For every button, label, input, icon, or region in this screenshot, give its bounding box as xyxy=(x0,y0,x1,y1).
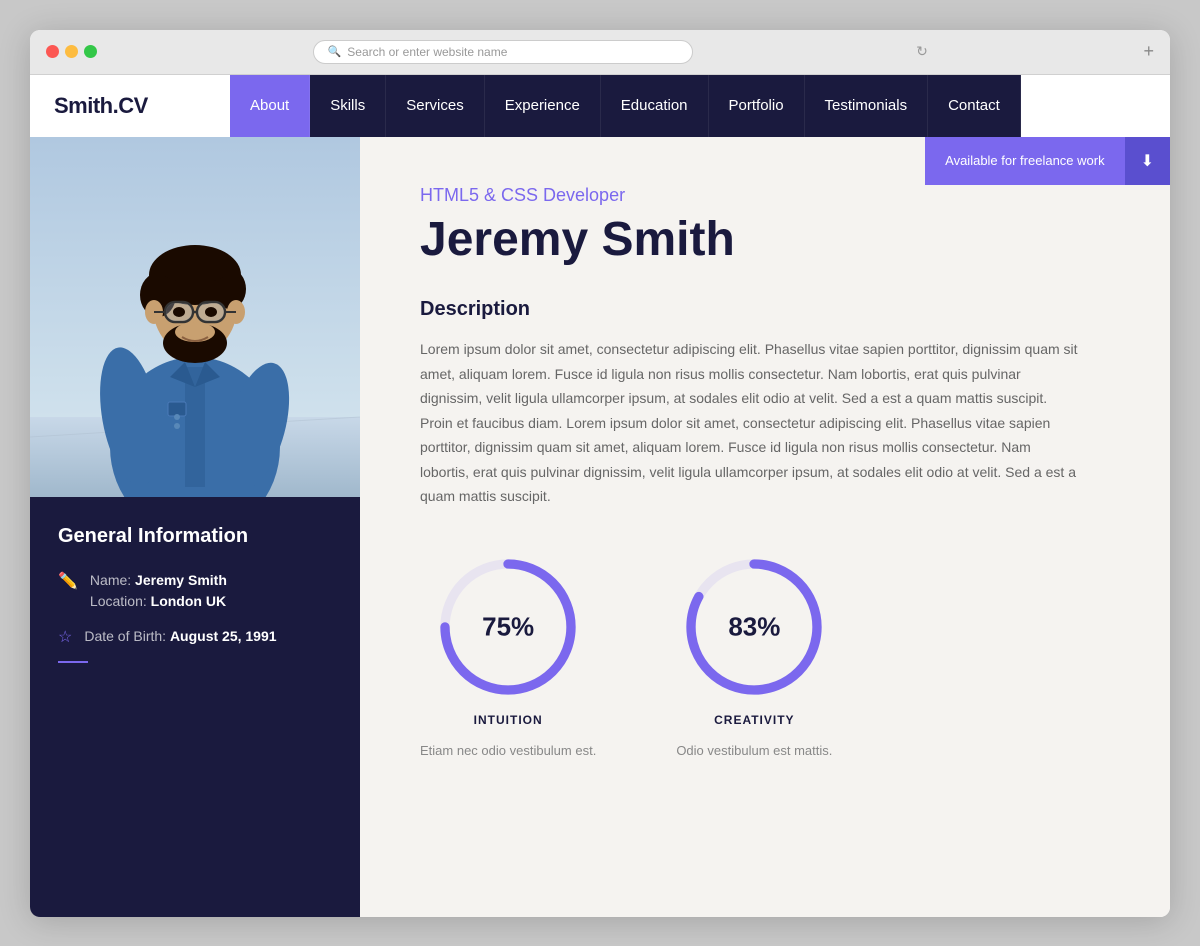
sidebar-info-title: General Information xyxy=(58,525,332,548)
profile-photo xyxy=(30,137,360,497)
sidebar-divider xyxy=(58,661,88,663)
nav-skills[interactable]: Skills xyxy=(310,75,386,137)
nav-testimonials[interactable]: Testimonials xyxy=(805,75,929,137)
info-name-text: Name: Jeremy Smith Location: London UK xyxy=(90,570,227,612)
profile-illustration xyxy=(30,137,360,497)
intuition-label: INTUITION xyxy=(474,713,543,727)
nav-education[interactable]: Education xyxy=(601,75,709,137)
circle-intuition: 75% xyxy=(438,557,578,697)
content-area: Available for freelance work ⬇ HTML5 & C… xyxy=(360,137,1170,917)
progress-creativity: 83% CREATIVITY Odio vestibulum est matti… xyxy=(676,557,832,758)
search-icon: 🔍 xyxy=(328,45,342,58)
freelance-badge[interactable]: Available for freelance work ⬇ xyxy=(925,137,1170,185)
person-name: Jeremy Smith xyxy=(420,214,1110,267)
sidebar-info: General Information ✏️ Name: Jeremy Smit… xyxy=(30,497,360,917)
nav-experience[interactable]: Experience xyxy=(485,75,601,137)
website: Smith.CV About Skills Services Experienc… xyxy=(30,75,1170,917)
creativity-sublabel: Odio vestibulum est mattis. xyxy=(676,743,832,758)
progress-section: 75% INTUITION Etiam nec odio vestibulum … xyxy=(420,557,1110,758)
close-dot[interactable] xyxy=(46,45,59,58)
edit-icon: ✏️ xyxy=(58,571,78,591)
circle-intuition-value: 75% xyxy=(482,611,534,642)
description-text: Lorem ipsum dolor sit amet, consectetur … xyxy=(420,337,1080,509)
star-icon: ☆ xyxy=(58,627,72,647)
download-icon[interactable]: ⬇ xyxy=(1125,137,1170,185)
browser-bar: 🔍 Search or enter website name ↻ + xyxy=(30,30,1170,75)
freelance-text: Available for freelance work xyxy=(925,137,1124,185)
address-text: Search or enter website name xyxy=(347,45,507,59)
site-main: General Information ✏️ Name: Jeremy Smit… xyxy=(30,137,1170,917)
browser-window: 🔍 Search or enter website name ↻ + Smith… xyxy=(30,30,1170,917)
description-title: Description xyxy=(420,298,1110,321)
site-logo: Smith.CV xyxy=(30,75,230,137)
minimize-dot[interactable] xyxy=(65,45,78,58)
maximize-dot[interactable] xyxy=(84,45,97,58)
nav-about[interactable]: About xyxy=(230,75,310,137)
creativity-label: CREATIVITY xyxy=(714,713,794,727)
browser-address-bar[interactable]: 🔍 Search or enter website name xyxy=(313,40,693,64)
site-header: Smith.CV About Skills Services Experienc… xyxy=(30,75,1170,137)
info-dob-text: Date of Birth: August 25, 1991 xyxy=(84,626,276,647)
circle-creativity: 83% xyxy=(684,557,824,697)
progress-intuition: 75% INTUITION Etiam nec odio vestibulum … xyxy=(420,557,596,758)
site-nav: About Skills Services Experience Educati… xyxy=(230,75,1021,137)
sidebar: General Information ✏️ Name: Jeremy Smit… xyxy=(30,137,360,917)
new-tab-button[interactable]: + xyxy=(1143,41,1154,62)
person-subtitle: HTML5 & CSS Developer xyxy=(420,185,1110,206)
refresh-icon[interactable]: ↻ xyxy=(916,43,928,60)
info-name-item: ✏️ Name: Jeremy Smith Location: London U… xyxy=(58,570,332,612)
nav-services[interactable]: Services xyxy=(386,75,485,137)
intuition-sublabel: Etiam nec odio vestibulum est. xyxy=(420,743,596,758)
nav-contact[interactable]: Contact xyxy=(928,75,1021,137)
content-inner: HTML5 & CSS Developer Jeremy Smith Descr… xyxy=(360,137,1170,798)
info-dob-item: ☆ Date of Birth: August 25, 1991 xyxy=(58,626,332,647)
nav-portfolio[interactable]: Portfolio xyxy=(709,75,805,137)
circle-creativity-value: 83% xyxy=(728,611,780,642)
browser-dots xyxy=(46,45,97,58)
